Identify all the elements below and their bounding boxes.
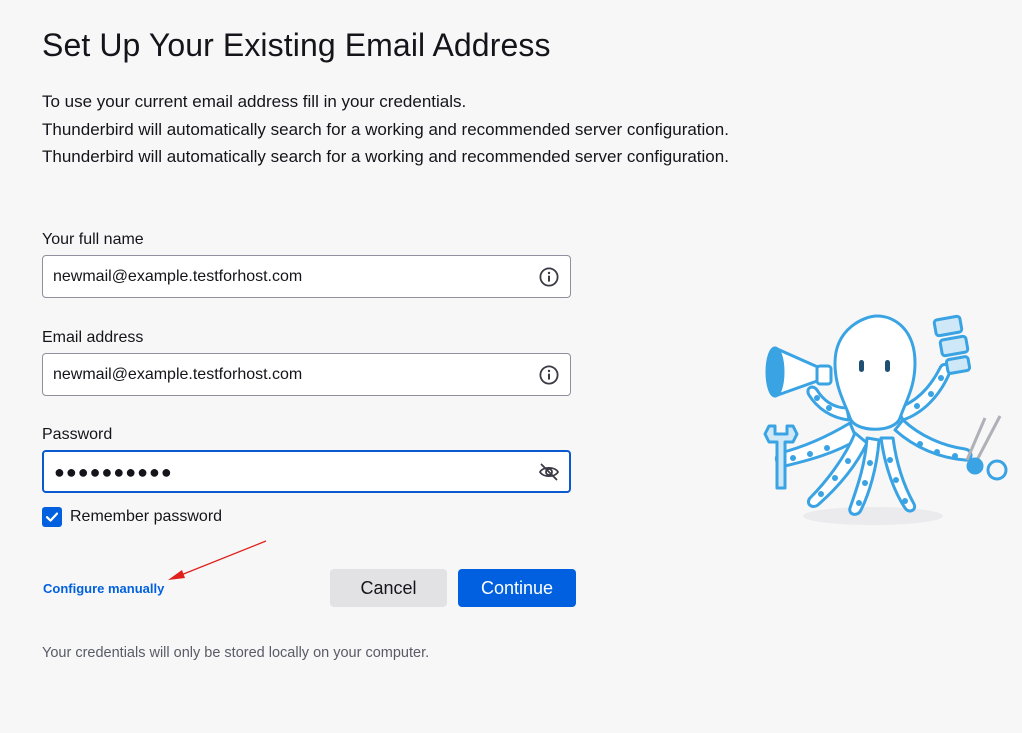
password-field[interactable]: ●●●●●●●●●● [42, 450, 571, 493]
description-line: Thunderbird will automatically search fo… [42, 119, 729, 139]
page-title: Set Up Your Existing Email Address [42, 27, 551, 63]
email-label: Email address [42, 329, 144, 346]
page-description: To use your current email address fill i… [42, 88, 729, 171]
description-line: To use your current email address fill i… [42, 92, 467, 111]
description-line: Thunderbird will automatically search fo… [42, 147, 729, 166]
full-name-field[interactable] [42, 255, 571, 298]
full-name-label: Your full name [42, 231, 144, 248]
email-input[interactable] [53, 354, 523, 395]
remember-password[interactable]: Remember password [42, 507, 222, 527]
cancel-button[interactable]: Cancel [330, 569, 447, 607]
email-field[interactable] [42, 353, 571, 396]
octopus-mascot-illustration [763, 314, 1008, 525]
credentials-note: Your credentials will only be stored loc… [42, 645, 430, 661]
info-icon[interactable] [538, 266, 560, 288]
full-name-input[interactable] [53, 256, 523, 297]
info-icon[interactable] [538, 364, 560, 386]
remember-password-label: Remember password [70, 508, 223, 525]
password-input[interactable]: ●●●●●●●●●● [54, 462, 173, 483]
annotation-arrow [168, 540, 267, 580]
remember-password-checkbox[interactable] [42, 507, 62, 527]
password-label: Password [42, 426, 113, 443]
checkmark-icon [45, 512, 59, 522]
continue-button[interactable]: Continue [458, 569, 576, 607]
eye-slash-icon[interactable] [538, 461, 560, 483]
configure-manually-link[interactable]: Configure manually [43, 581, 164, 596]
